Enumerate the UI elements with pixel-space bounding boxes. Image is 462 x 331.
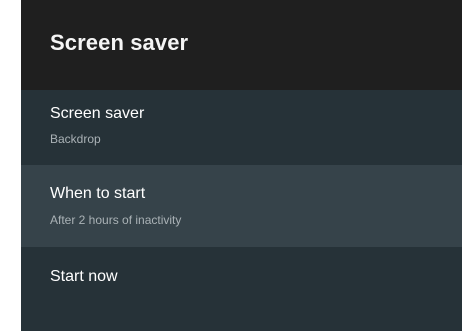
menu-item-screen-saver[interactable]: Screen saver Backdrop bbox=[21, 90, 462, 165]
menu-item-title: Screen saver bbox=[50, 105, 145, 122]
menu-item-start-now[interactable]: Start now bbox=[21, 247, 462, 331]
menu-item-title: Start now bbox=[50, 268, 118, 285]
menu-item-subtitle: After 2 hours of inactivity bbox=[50, 213, 182, 227]
panel-header: Screen saver bbox=[21, 0, 462, 90]
menu-item-title: When to start bbox=[50, 185, 146, 202]
menu-item-subtitle: Backdrop bbox=[50, 132, 101, 146]
page-title: Screen saver bbox=[50, 30, 189, 55]
settings-panel: Screen saver Screen saver Backdrop When … bbox=[21, 0, 462, 331]
menu-item-when-to-start[interactable]: When to start After 2 hours of inactivit… bbox=[21, 165, 462, 247]
